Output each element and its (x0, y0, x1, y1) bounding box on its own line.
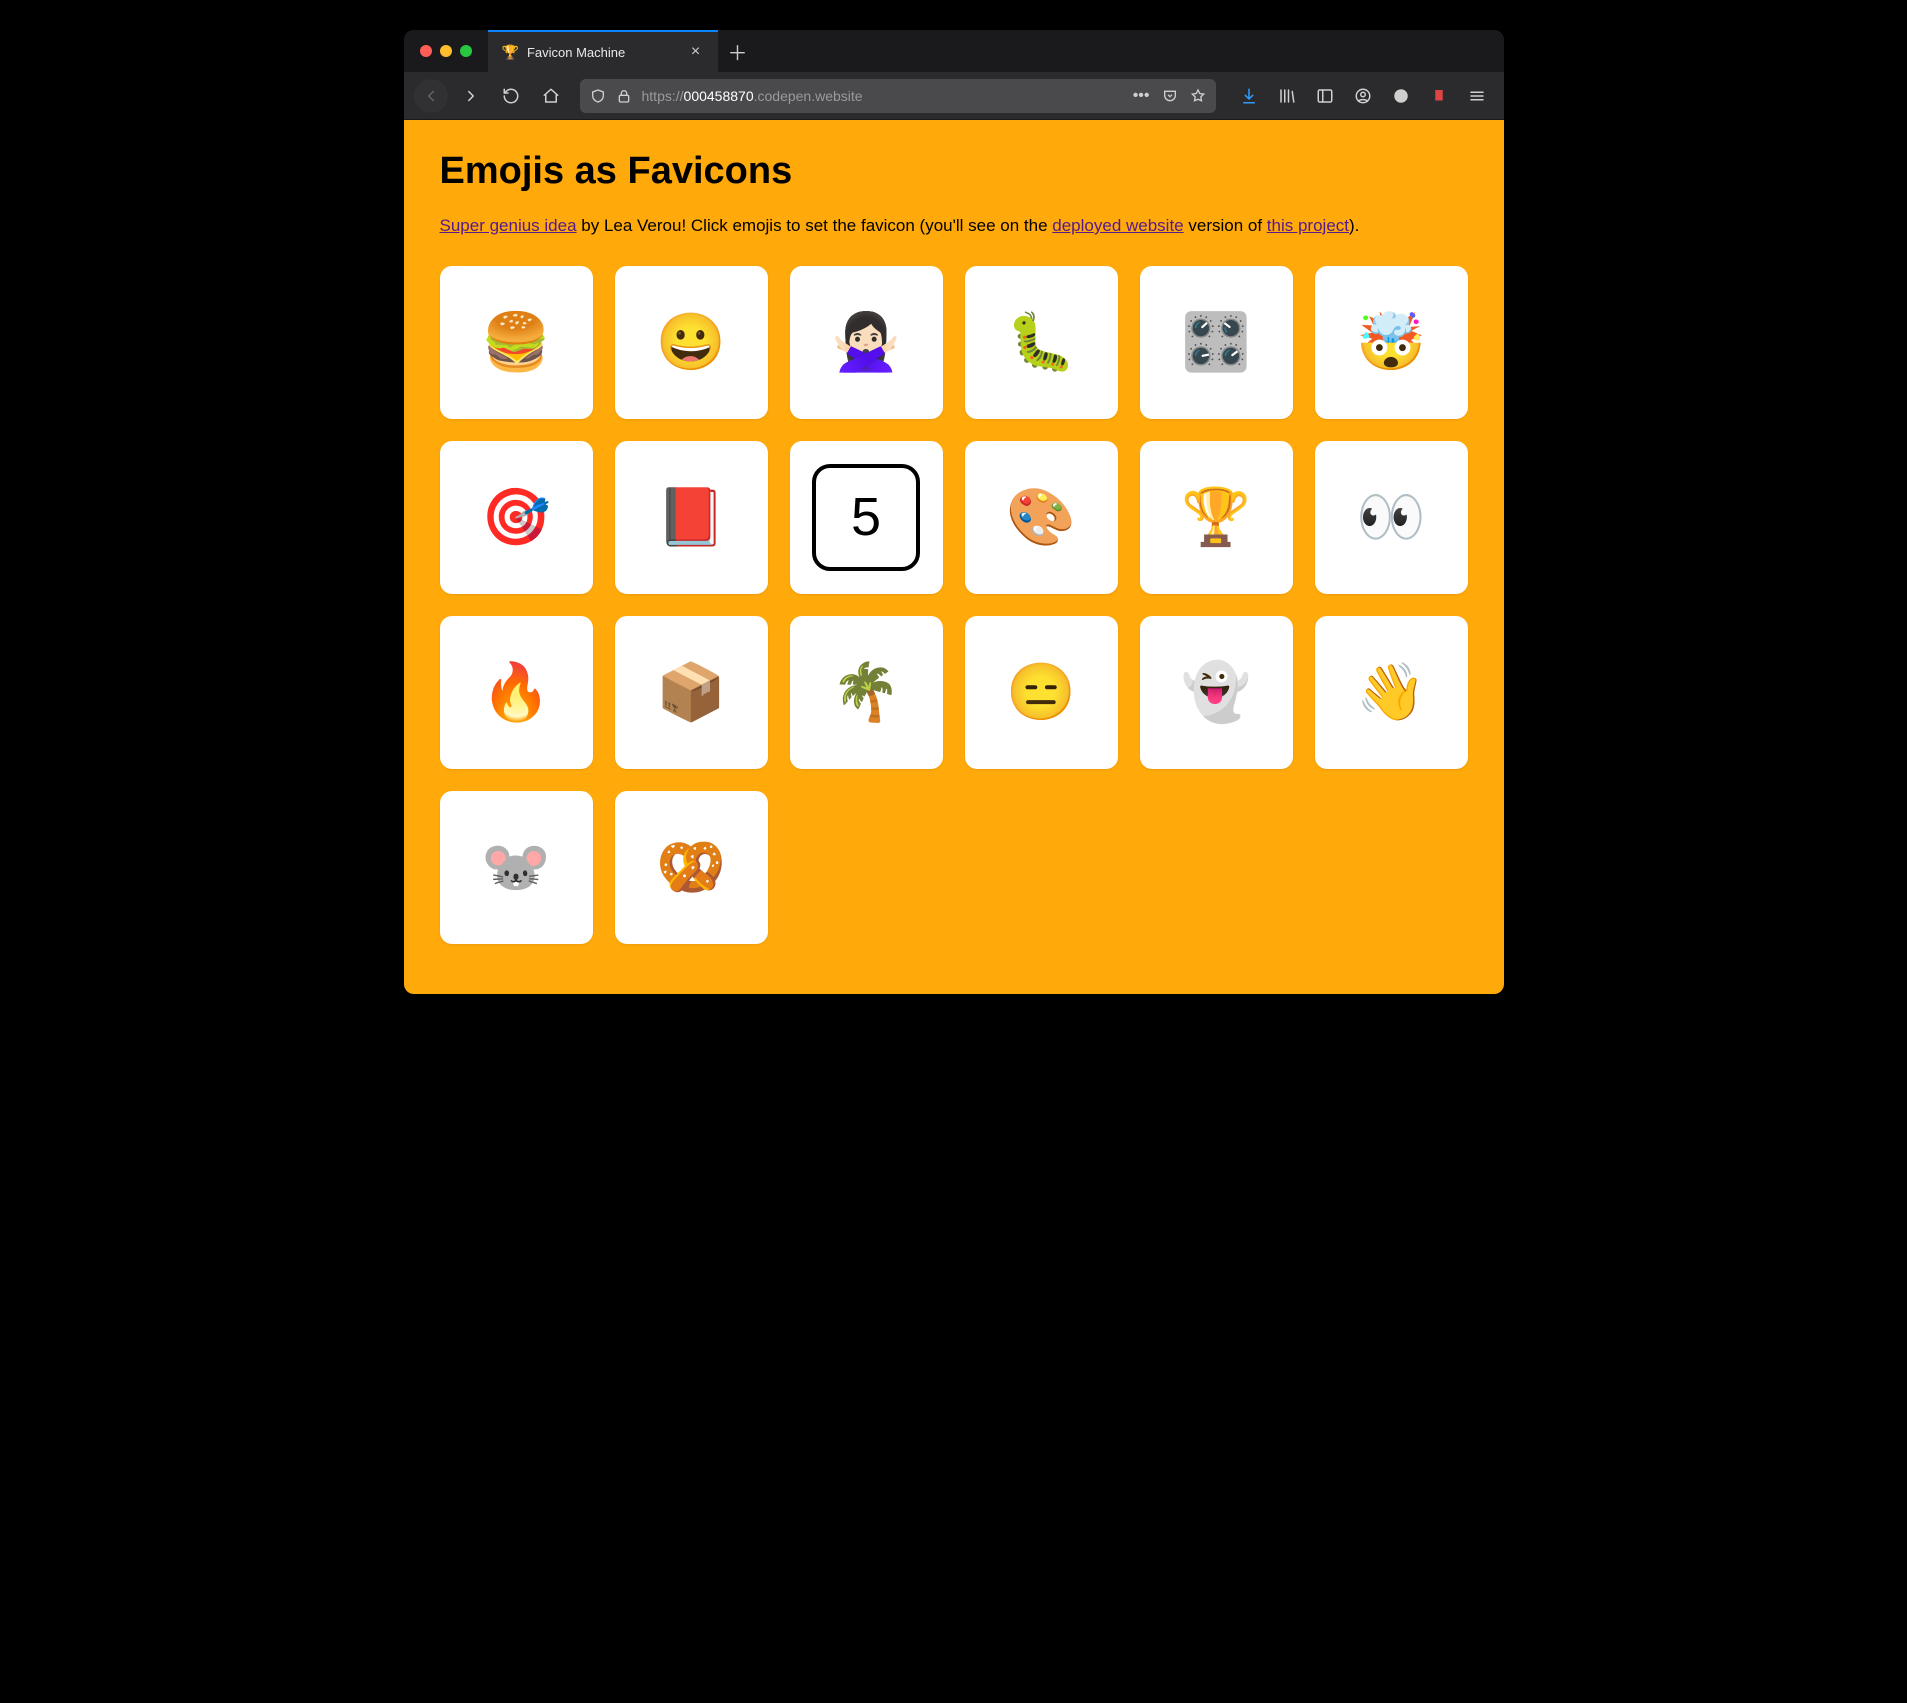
library-icon (1278, 87, 1296, 105)
page-actions-icon[interactable]: ••• (1133, 88, 1150, 104)
url-protocol: https:// (642, 88, 684, 104)
url-suffix: .codepen.website (754, 88, 863, 104)
flag-icon (1430, 87, 1448, 105)
link-deployed-website[interactable]: deployed website (1052, 216, 1183, 235)
forward-button[interactable] (454, 79, 488, 113)
downloads-button[interactable] (1232, 79, 1266, 113)
url-host: 000458870 (684, 88, 754, 104)
emoji-card-keycap-5[interactable]: 5 (790, 441, 943, 594)
library-button[interactable] (1270, 79, 1304, 113)
address-bar-actions: ••• (1133, 88, 1206, 104)
emoji-card-hamburger[interactable]: 🍔 (440, 266, 593, 419)
emoji-card-palm-tree[interactable]: 🌴 (790, 616, 943, 769)
emoji-card-mouse-face[interactable]: 🐭 (440, 791, 593, 944)
emoji-card-pretzel[interactable]: 🥨 (615, 791, 768, 944)
intro-paragraph: Super genius idea by Lea Verou! Click em… (440, 215, 1400, 238)
emoji-card-person-gesturing-no[interactable]: 🙅🏻‍♀️ (790, 266, 943, 419)
toolbar: https://000458870.codepen.website ••• (404, 72, 1504, 120)
emoji-card-exploding-head[interactable]: 🤯 (1315, 266, 1468, 419)
keycap-5-icon: 5 (812, 464, 919, 571)
back-button[interactable] (414, 79, 448, 113)
emoji-card-artist-palette[interactable]: 🎨 (965, 441, 1118, 594)
new-tab-button[interactable]: ＋ (718, 30, 758, 72)
window-close-button[interactable] (420, 45, 432, 57)
extension-button-1[interactable] (1384, 79, 1418, 113)
tab-favicon-icon: 🏆 (502, 45, 519, 59)
url-text: https://000458870.codepen.website (642, 88, 1123, 104)
titlebar: 🏆 Favicon Machine × ＋ (404, 30, 1504, 72)
link-this-project[interactable]: this project (1267, 216, 1349, 235)
arrow-left-icon (422, 87, 440, 105)
sidebar-button[interactable] (1308, 79, 1342, 113)
app-menu-button[interactable] (1460, 79, 1494, 113)
emoji-card-bullseye[interactable]: 🎯 (440, 441, 593, 594)
home-icon (542, 87, 560, 105)
hamburger-menu-icon (1468, 87, 1486, 105)
browser-tab[interactable]: 🏆 Favicon Machine × (488, 30, 718, 72)
emoji-card-fire[interactable]: 🔥 (440, 616, 593, 769)
info-icon (1392, 87, 1410, 105)
emoji-card-waving-hand[interactable]: 👋 (1315, 616, 1468, 769)
account-icon (1354, 87, 1372, 105)
page-content: Emojis as Favicons Super genius idea by … (404, 120, 1504, 994)
address-bar[interactable]: https://000458870.codepen.website ••• (580, 79, 1216, 113)
tracking-protection-icon[interactable] (590, 88, 606, 104)
home-button[interactable] (534, 79, 568, 113)
extension-button-2[interactable] (1422, 79, 1456, 113)
emoji-grid: 🍔😀🙅🏻‍♀️🐛🎛️🤯 🎯📕 5 🎨🏆👀 🔥📦🌴😑👻👋 🐭🥨 (440, 266, 1468, 944)
emoji-card-expressionless-face[interactable]: 😑 (965, 616, 1118, 769)
account-button[interactable] (1346, 79, 1380, 113)
intro-text-1: by Lea Verou! Click emojis to set the fa… (577, 216, 1053, 235)
sidebar-icon (1316, 87, 1334, 105)
browser-window: 🏆 Favicon Machine × ＋ https://000 (404, 30, 1504, 994)
lock-icon[interactable] (616, 88, 632, 104)
bookmark-star-icon[interactable] (1190, 88, 1206, 104)
tab-close-button[interactable]: × (688, 44, 704, 60)
download-icon (1240, 87, 1258, 105)
emoji-card-ghost[interactable]: 👻 (1140, 616, 1293, 769)
emoji-card-control-knobs[interactable]: 🎛️ (1140, 266, 1293, 419)
pocket-icon[interactable] (1162, 88, 1178, 104)
emoji-card-trophy[interactable]: 🏆 (1140, 441, 1293, 594)
window-controls (404, 30, 488, 72)
link-super-genius-idea[interactable]: Super genius idea (440, 216, 577, 235)
window-minimize-button[interactable] (440, 45, 452, 57)
reload-button[interactable] (494, 79, 528, 113)
intro-text-2: version of (1184, 216, 1267, 235)
arrow-right-icon (462, 87, 480, 105)
emoji-card-grinning-face[interactable]: 😀 (615, 266, 768, 419)
emoji-card-package[interactable]: 📦 (615, 616, 768, 769)
emoji-card-closed-book[interactable]: 📕 (615, 441, 768, 594)
page-title: Emojis as Favicons (440, 150, 1468, 193)
toolbar-right (1232, 79, 1494, 113)
emoji-card-bug-caterpillar[interactable]: 🐛 (965, 266, 1118, 419)
window-zoom-button[interactable] (460, 45, 472, 57)
intro-text-3: ). (1349, 216, 1359, 235)
reload-icon (502, 87, 520, 105)
emoji-card-eyes[interactable]: 👀 (1315, 441, 1468, 594)
tab-title: Favicon Machine (527, 45, 680, 60)
